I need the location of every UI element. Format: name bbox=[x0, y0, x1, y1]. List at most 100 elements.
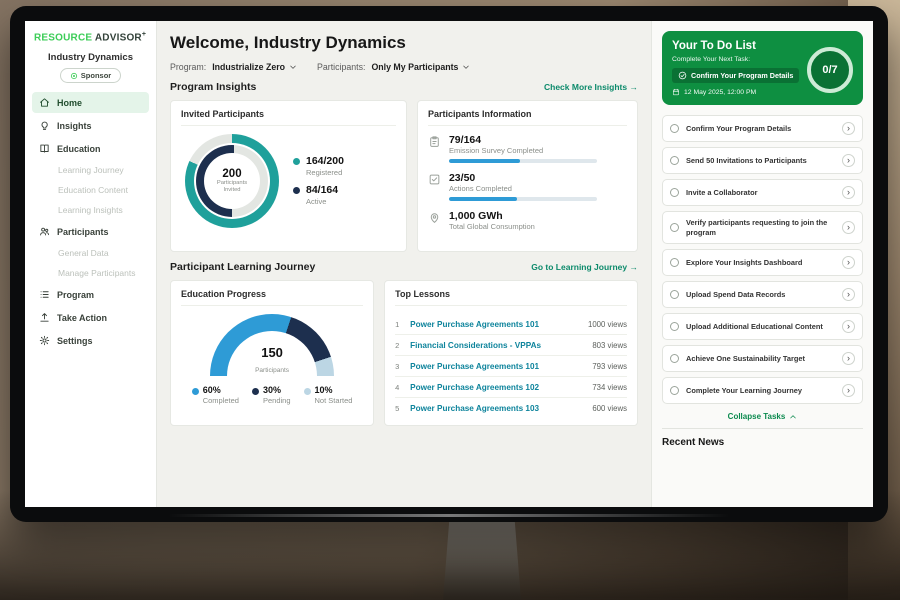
task-checkbox[interactable] bbox=[670, 188, 679, 197]
task-label: Confirm Your Program Details bbox=[686, 124, 835, 134]
lesson-title-link[interactable]: Financial Considerations - VPPAs bbox=[410, 341, 585, 350]
task-checkbox[interactable] bbox=[670, 322, 679, 331]
metric-value: 23/50 bbox=[449, 172, 597, 184]
chevron-down-icon bbox=[462, 63, 470, 71]
task-row-sustainability-target[interactable]: Achieve One Sustainability Target › bbox=[662, 345, 863, 372]
sidebar-item-participants[interactable]: Participants bbox=[32, 221, 149, 242]
arrow-right-icon: → bbox=[630, 82, 639, 92]
task-checkbox[interactable] bbox=[670, 290, 679, 299]
sidebar-item-insights[interactable]: Insights bbox=[32, 115, 149, 136]
program-filter-dropdown[interactable]: Industrialize Zero bbox=[212, 62, 297, 72]
journey-cards-row: Education Progress 150 Participants bbox=[170, 280, 638, 426]
sidebar-item-label: Take Action bbox=[57, 313, 107, 323]
chevron-right-icon[interactable]: › bbox=[842, 256, 855, 269]
invited-donut-ring: 200 Participants Invited bbox=[185, 134, 279, 228]
lesson-title-link[interactable]: Power Purchase Agreements 101 bbox=[410, 362, 585, 371]
chevron-right-icon[interactable]: › bbox=[842, 352, 855, 365]
chevron-down-icon bbox=[289, 63, 297, 71]
lesson-rank: 2 bbox=[395, 341, 403, 350]
task-row-upload-spend-data[interactable]: Upload Spend Data Records › bbox=[662, 281, 863, 308]
sidebar-item-program[interactable]: Program bbox=[32, 284, 149, 305]
monitor-bezel: RESOURCE ADVISOR+ Industry Dynamics Spon… bbox=[10, 6, 888, 522]
task-checkbox[interactable] bbox=[670, 124, 679, 133]
gear-icon bbox=[39, 335, 50, 346]
chevron-right-icon[interactable]: › bbox=[842, 221, 855, 234]
next-task-pill[interactable]: Confirm Your Program Details bbox=[672, 68, 799, 83]
legend-dot bbox=[192, 388, 199, 395]
sidebar-item-home[interactable]: Home bbox=[32, 92, 149, 113]
lesson-views: 793 views bbox=[592, 362, 627, 371]
sidebar-item-education-content[interactable]: Education Content bbox=[32, 181, 149, 199]
upload-icon bbox=[39, 312, 50, 323]
task-checkbox[interactable] bbox=[670, 354, 679, 363]
task-row-explore-insights[interactable]: Explore Your Insights Dashboard › bbox=[662, 249, 863, 276]
invited-donut-inner-ring: 200 Participants Invited bbox=[196, 145, 268, 217]
participants-filter-value: Only My Participants bbox=[371, 62, 458, 72]
chevron-right-icon[interactable]: › bbox=[842, 384, 855, 397]
collapse-tasks-button[interactable]: Collapse Tasks bbox=[662, 412, 863, 421]
sidebar-item-label: Learning Insights bbox=[58, 205, 123, 215]
lesson-title-link[interactable]: Power Purchase Agreements 103 bbox=[410, 404, 585, 413]
task-row-complete-learning-journey[interactable]: Complete Your Learning Journey › bbox=[662, 377, 863, 404]
insights-cards-row: Invited Participants 200 Participants In… bbox=[170, 100, 638, 252]
top-lessons-card: Top Lessons 1 Power Purchase Agreements … bbox=[384, 280, 638, 426]
task-row-confirm-program[interactable]: Confirm Your Program Details › bbox=[662, 115, 863, 142]
task-checkbox[interactable] bbox=[670, 156, 679, 165]
participants-filter-dropdown[interactable]: Only My Participants bbox=[371, 62, 470, 72]
checklist-icon bbox=[428, 173, 441, 186]
sidebar-item-learning-insights[interactable]: Learning Insights bbox=[32, 201, 149, 219]
calendar-icon bbox=[672, 88, 680, 96]
chevron-right-icon[interactable]: › bbox=[842, 186, 855, 199]
task-checkbox[interactable] bbox=[670, 258, 679, 267]
check-more-insights-link[interactable]: Check More Insights → bbox=[544, 82, 638, 92]
program-filter-value: Industrialize Zero bbox=[212, 62, 285, 72]
lesson-title-link[interactable]: Power Purchase Agreements 101 bbox=[410, 320, 581, 329]
sidebar-item-education[interactable]: Education bbox=[32, 138, 149, 159]
sidebar-item-manage-participants[interactable]: Manage Participants bbox=[32, 264, 149, 282]
chevron-right-icon[interactable]: › bbox=[842, 288, 855, 301]
task-row-invite-collaborator[interactable]: Invite a Collaborator › bbox=[662, 179, 863, 206]
chevron-right-icon[interactable]: › bbox=[842, 154, 855, 167]
metric-value: 79/164 bbox=[449, 134, 597, 146]
sidebar-item-take-action[interactable]: Take Action bbox=[32, 307, 149, 328]
sidebar-item-label: Manage Participants bbox=[58, 268, 136, 278]
task-label: Complete Your Learning Journey bbox=[686, 386, 835, 396]
task-row-upload-educational-content[interactable]: Upload Additional Educational Content › bbox=[662, 313, 863, 340]
todo-panel: Your To Do List Complete Your Next Task:… bbox=[651, 21, 873, 507]
task-row-send-invitations[interactable]: Send 50 Invitations to Participants › bbox=[662, 147, 863, 174]
legend-item-completed: 60%Completed bbox=[192, 386, 239, 405]
sidebar-item-settings[interactable]: Settings bbox=[32, 330, 149, 351]
sidebar-item-label: Program bbox=[57, 290, 94, 300]
chevron-right-icon[interactable]: › bbox=[842, 320, 855, 333]
chevron-right-icon[interactable]: › bbox=[842, 122, 855, 135]
invited-participants-card: Invited Participants 200 Participants In… bbox=[170, 100, 407, 252]
lesson-rank: 1 bbox=[395, 320, 403, 329]
sidebar-item-label: Insights bbox=[57, 121, 92, 131]
book-icon bbox=[39, 143, 50, 154]
lightbulb-icon bbox=[39, 120, 50, 131]
metric-label: Total Global Consumption bbox=[449, 222, 535, 231]
gauge-center-label: Participants bbox=[255, 367, 289, 374]
lesson-title-link[interactable]: Power Purchase Agreements 102 bbox=[410, 383, 585, 392]
progress-bar-track bbox=[449, 159, 597, 163]
metric-label: Actions Completed bbox=[449, 184, 597, 193]
task-checkbox[interactable] bbox=[670, 223, 679, 232]
todo-summary-card: Your To Do List Complete Your Next Task:… bbox=[662, 31, 863, 105]
participants-filter-label: Participants: bbox=[317, 62, 365, 72]
task-label: Invite a Collaborator bbox=[686, 188, 835, 198]
task-row-verify-participants[interactable]: Verify participants requesting to join t… bbox=[662, 211, 863, 244]
sidebar-item-learning-journey[interactable]: Learning Journey bbox=[32, 161, 149, 179]
lesson-rank: 4 bbox=[395, 383, 403, 392]
lesson-views: 734 views bbox=[592, 383, 627, 392]
donut-legend: 164/200Registered 84/164Active bbox=[293, 148, 344, 213]
participants-information-card: Participants Information 79/164 Emission… bbox=[417, 100, 638, 252]
go-to-learning-journey-link[interactable]: Go to Learning Journey → bbox=[531, 262, 638, 272]
progress-bar-fill bbox=[449, 159, 520, 163]
filter-bar: Program: Industrialize Zero Participants… bbox=[170, 62, 638, 72]
task-checkbox[interactable] bbox=[670, 386, 679, 395]
education-gauge: 150 Participants bbox=[210, 314, 334, 377]
sponsor-badge: Sponsor bbox=[60, 68, 121, 83]
sidebar-item-general-data[interactable]: General Data bbox=[32, 244, 149, 262]
lesson-views: 803 views bbox=[592, 341, 627, 350]
sponsor-badge-label: Sponsor bbox=[81, 71, 111, 80]
